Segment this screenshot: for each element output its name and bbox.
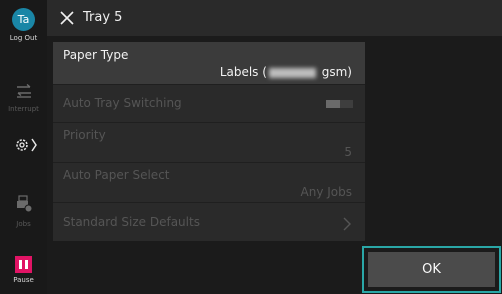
jobs-label: Jobs: [16, 220, 31, 228]
pause-label: Pause: [13, 276, 34, 284]
pause-icon: [15, 256, 32, 273]
gear-icon: [15, 138, 37, 152]
jobs-icon: [16, 195, 32, 213]
close-icon[interactable]: [60, 11, 74, 25]
auto-paper-select-label: Auto Paper Select: [63, 168, 170, 182]
chevron-right-icon: [343, 217, 351, 231]
interrupt-icon: [16, 83, 31, 98]
title-bar: Tray 5: [47, 0, 502, 36]
jobs-button[interactable]: Jobs: [0, 195, 47, 228]
pause-button[interactable]: Pause: [0, 256, 47, 284]
avatar: Ta: [12, 8, 35, 31]
priority-value: 5: [344, 145, 352, 159]
tray-settings-list: Paper Type Labels ( gsm) Auto Tray Switc…: [53, 42, 365, 241]
paper-type-row[interactable]: Paper Type Labels ( gsm): [53, 42, 365, 85]
auto-paper-select-value: Any Jobs: [300, 185, 352, 199]
auto-tray-switching-row[interactable]: Auto Tray Switching: [53, 85, 365, 123]
interrupt-label: Interrupt: [8, 105, 39, 113]
auto-paper-select-row[interactable]: Auto Paper Select Any Jobs: [53, 163, 365, 203]
paper-type-label: Paper Type: [63, 48, 129, 62]
standard-size-defaults-label: Standard Size Defaults: [63, 215, 200, 229]
logout-button[interactable]: Ta Log Out: [0, 8, 47, 42]
page-title: Tray 5: [83, 10, 123, 25]
device-settings-button[interactable]: [0, 137, 47, 157]
sidebar: Ta Log Out Interrupt Jobs Pause: [0, 0, 47, 294]
paper-type-value: Labels ( gsm): [219, 65, 352, 79]
auto-tray-switching-toggle[interactable]: [326, 100, 353, 108]
standard-size-defaults-row[interactable]: Standard Size Defaults: [53, 203, 365, 241]
priority-label: Priority: [63, 128, 106, 142]
auto-tray-switching-label: Auto Tray Switching: [63, 96, 182, 110]
ok-button[interactable]: OK: [368, 252, 495, 287]
logout-label: Log Out: [9, 34, 38, 42]
redacted-weight: [268, 67, 316, 78]
ok-button-focus-frame: OK: [362, 246, 501, 293]
priority-row[interactable]: Priority 5: [53, 123, 365, 163]
interrupt-button[interactable]: Interrupt: [0, 83, 47, 113]
